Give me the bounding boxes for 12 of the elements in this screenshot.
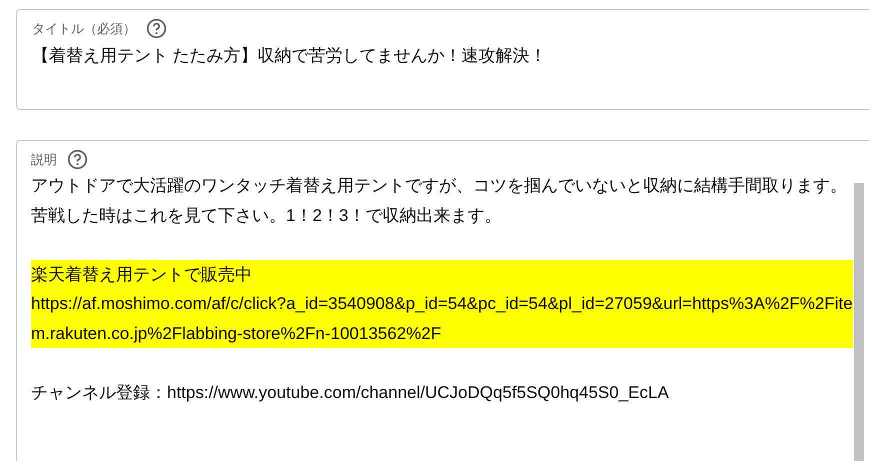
description-text: チャンネル登録：https://www.youtube.com/channel/UCJoDQq5f5SQ0hq45S0_EcLA bbox=[31, 382, 670, 404]
description-field[interactable] bbox=[16, 140, 869, 461]
description-text: アウトドアで大活躍のワンタッチ着替え用テントですが、コツを掴んでいないと収納に結構手間取ります。苦戦した時はこれを見て下さい。1！2！3！で収納出来ます。 bbox=[31, 175, 848, 226]
description-text: https://af.moshimo.com/af/c/click?a_id=3540908&p_id=54&pc_id=54&pl_id=27059&url=https%3A%2F%2Fitem.rakuten.co.jp%2Flabbing-store%2Fn-10013562%2F bbox=[31, 293, 853, 344]
field-label: 説明 bbox=[31, 150, 57, 168]
description-text: 楽天着替え用テントで販売中 bbox=[31, 264, 253, 286]
help-icon[interactable] bbox=[67, 149, 88, 170]
scrollbar-thumb[interactable] bbox=[854, 183, 864, 461]
help-icon[interactable] bbox=[146, 18, 167, 39]
title-field[interactable]: タイトル（必須） 【着替え用テント たたみ方】収納で苦労してませんか！速攻解決！ bbox=[16, 9, 869, 110]
field-label: タイトル（必須） bbox=[32, 20, 136, 38]
title-text: 【着替え用テント たたみ方】収納で苦労してませんか！速攻解決！ bbox=[32, 45, 548, 67]
